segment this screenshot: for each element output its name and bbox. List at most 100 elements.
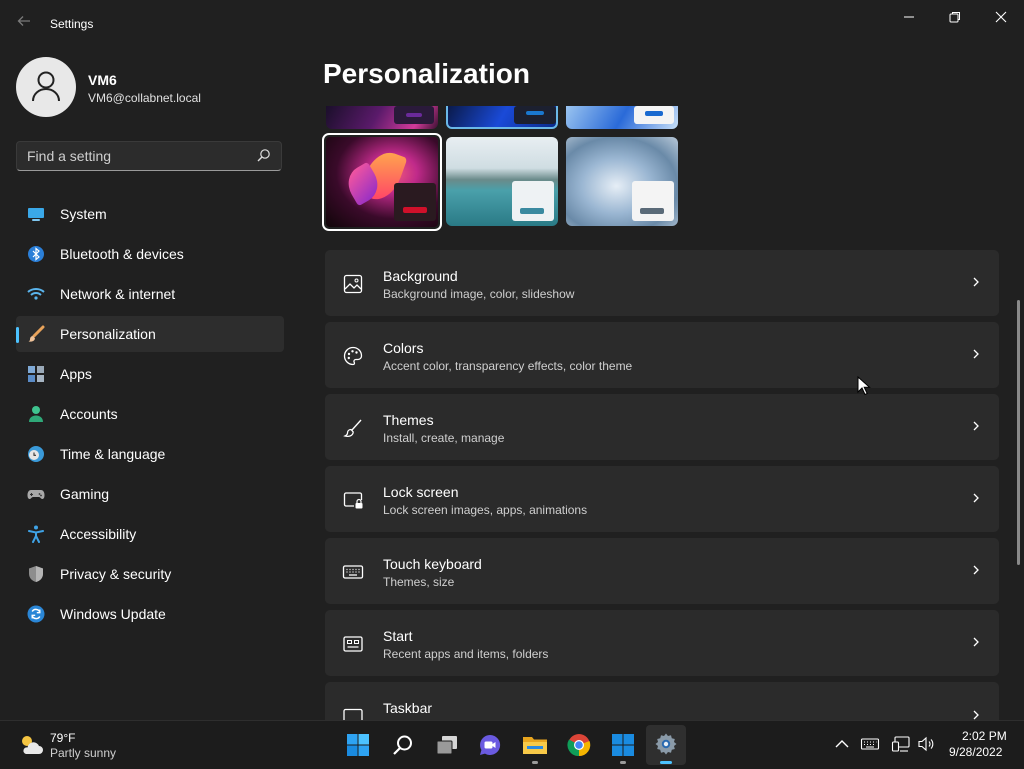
- card-title: Lock screen: [383, 484, 459, 500]
- search-box[interactable]: [16, 141, 282, 171]
- theme-preview-window: [394, 106, 434, 124]
- sidebar-item-personalization[interactable]: Personalization: [16, 316, 284, 352]
- sidebar-item-accessibility[interactable]: Accessibility: [16, 516, 284, 552]
- clock-time[interactable]: 2:02 PM: [962, 729, 1007, 743]
- taskbar-task-view-button[interactable]: [427, 725, 467, 765]
- chevron-right-icon: [971, 634, 981, 650]
- accessibility-icon: [27, 525, 45, 543]
- start-menu-icon: [342, 633, 364, 655]
- card-subtitle: Recent apps and items, folders: [383, 647, 549, 661]
- theme-preview-window: [632, 181, 674, 221]
- card-touch-keyboard[interactable]: Touch keyboard Themes, size: [325, 538, 999, 604]
- weather-temperature[interactable]: 79°F: [50, 731, 75, 745]
- taskbar-start-button[interactable]: [338, 725, 378, 765]
- app-title: Settings: [50, 17, 94, 31]
- sidebar-item-gaming[interactable]: Gaming: [16, 476, 284, 512]
- theme-thumbnail-bloom-dark[interactable]: [446, 106, 558, 129]
- mouse-cursor-icon: [857, 376, 871, 396]
- avatar[interactable]: [16, 57, 76, 117]
- keyboard-icon: [342, 561, 364, 583]
- sidebar-item-label: Privacy & security: [60, 566, 172, 582]
- card-title: Colors: [383, 340, 424, 356]
- card-taskbar[interactable]: Taskbar: [325, 682, 999, 727]
- shield-icon: [27, 565, 45, 583]
- sidebar-item-bluetooth[interactable]: Bluetooth & devices: [16, 236, 284, 272]
- title-bar: [0, 0, 1024, 44]
- sidebar-item-label: Gaming: [60, 486, 110, 502]
- user-icon: [32, 71, 60, 102]
- card-title: Taskbar: [383, 700, 433, 716]
- keyboard-layout-icon[interactable]: [860, 734, 880, 754]
- card-themes[interactable]: Themes Install, create, manage: [325, 394, 999, 460]
- sidebar-item-label: Network & internet: [60, 286, 176, 302]
- restore-button[interactable]: [932, 4, 978, 32]
- clock-date[interactable]: 9/28/2022: [949, 745, 1002, 759]
- file-explorer-icon: [523, 737, 547, 754]
- theme-preview-window: [634, 106, 674, 124]
- sidebar-item-accounts[interactable]: Accounts: [16, 396, 284, 432]
- card-title: Start: [383, 628, 413, 644]
- search-icon[interactable]: [257, 148, 271, 167]
- close-button[interactable]: [978, 4, 1024, 32]
- user-email: VM6@collabnet.local: [88, 91, 201, 105]
- search-icon: [393, 735, 412, 755]
- card-subtitle: Themes, size: [383, 575, 455, 589]
- taskbar-chrome-button[interactable]: [559, 725, 599, 765]
- card-title: Touch keyboard: [383, 556, 482, 572]
- taskbar-chat-button[interactable]: [470, 725, 510, 765]
- wifi-icon: [27, 285, 45, 303]
- brush-icon: [342, 417, 364, 439]
- card-start[interactable]: Start Recent apps and items, folders: [325, 610, 999, 676]
- search-input[interactable]: [27, 148, 247, 164]
- card-subtitle: Lock screen images, apps, animations: [383, 503, 588, 517]
- taskbar-windows-app-button[interactable]: [603, 725, 643, 765]
- network-icon[interactable]: [891, 734, 911, 754]
- image-icon: [342, 273, 364, 295]
- card-colors[interactable]: Colors Accent color, transparency effect…: [325, 322, 999, 388]
- theme-thumbnail-captured-motion-selected[interactable]: [322, 133, 442, 231]
- sidebar-item-privacy-security[interactable]: Privacy & security: [16, 556, 284, 592]
- chevron-right-icon: [971, 418, 981, 434]
- sidebar-item-apps[interactable]: Apps: [16, 356, 284, 392]
- time-language-icon: [27, 445, 45, 463]
- chevron-right-icon: [971, 274, 981, 290]
- theme-thumbnail-glow[interactable]: [326, 106, 438, 129]
- minimize-icon: [904, 16, 914, 18]
- sidebar-item-label: Time & language: [60, 446, 166, 462]
- card-lock-screen[interactable]: Lock screen Lock screen images, apps, an…: [325, 466, 999, 532]
- taskbar-settings-button[interactable]: [646, 725, 686, 765]
- sidebar-item-time-language[interactable]: Time & language: [16, 436, 284, 472]
- card-title: Themes: [383, 412, 434, 428]
- running-indicator: [532, 761, 538, 764]
- paintbrush-icon: [27, 325, 45, 343]
- start-icon: [347, 734, 369, 756]
- gamepad-icon: [27, 485, 45, 503]
- taskbar-file-explorer-button[interactable]: [515, 725, 555, 765]
- card-title: Background: [383, 268, 458, 284]
- sidebar-item-label: Apps: [60, 366, 92, 382]
- minimize-button[interactable]: [886, 4, 932, 32]
- back-arrow-icon[interactable]: [12, 12, 36, 36]
- taskbar-search-button[interactable]: [383, 725, 423, 765]
- windows-app-icon: [612, 734, 634, 756]
- running-indicator: [620, 761, 626, 764]
- sidebar-item-network[interactable]: Network & internet: [16, 276, 284, 312]
- scrollbar[interactable]: [1017, 300, 1020, 565]
- partly-sunny-icon[interactable]: [18, 732, 44, 761]
- theme-preview-window: [394, 183, 436, 221]
- sidebar-item-label: System: [60, 206, 107, 222]
- volume-icon[interactable]: [917, 734, 937, 754]
- theme-thumbnail-bloom-light[interactable]: [566, 106, 678, 129]
- sidebar-item-label: Windows Update: [60, 606, 166, 622]
- card-subtitle: Accent color, transparency effects, colo…: [383, 359, 633, 373]
- theme-thumbnail-flow[interactable]: [566, 137, 678, 226]
- chevron-right-icon: [971, 562, 981, 578]
- restore-icon: [949, 12, 960, 23]
- sidebar-item-windows-update[interactable]: Windows Update: [16, 596, 284, 632]
- card-background[interactable]: Background Background image, color, slid…: [325, 250, 999, 316]
- sidebar-item-system[interactable]: System: [16, 196, 284, 232]
- theme-thumbnail-lake[interactable]: [446, 137, 558, 226]
- weather-description[interactable]: Partly sunny: [50, 746, 116, 760]
- chevron-up-icon[interactable]: [832, 734, 852, 754]
- apps-icon: [27, 365, 45, 383]
